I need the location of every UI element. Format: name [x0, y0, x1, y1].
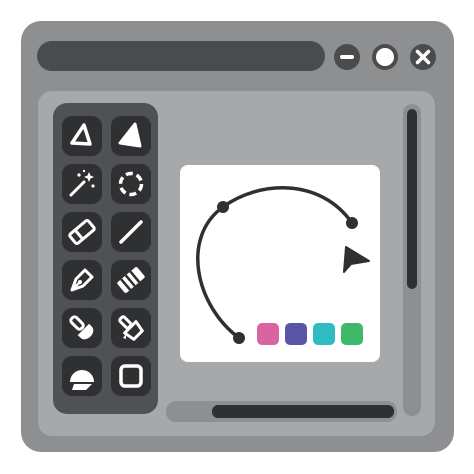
anchor-point[interactable] [346, 217, 358, 229]
maximize-button[interactable] [371, 43, 399, 71]
anchor-point[interactable] [217, 201, 229, 213]
pattern-eraser-icon [117, 267, 145, 293]
pointer-cursor-icon [343, 246, 370, 273]
circle-icon [372, 44, 398, 70]
pattern-eraser-tool[interactable] [111, 260, 151, 300]
minimize-button[interactable] [333, 43, 361, 71]
close-button[interactable] [409, 43, 437, 71]
anchor-point[interactable] [233, 332, 245, 344]
pen-nib-icon [70, 268, 94, 292]
title-bar[interactable] [37, 41, 325, 71]
magic-wand-icon [69, 169, 95, 197]
lasso-outline-tool[interactable] [62, 116, 102, 156]
smudge-brush-icon [69, 315, 94, 340]
swatch-green[interactable] [341, 323, 363, 345]
swatch-purple[interactable] [285, 323, 307, 345]
lasso-filled-icon [118, 122, 142, 148]
horizontal-scroll-thumb[interactable] [212, 405, 394, 418]
eraser-icon [68, 219, 96, 245]
rectangle-icon [119, 364, 143, 388]
swatch-teal[interactable] [313, 323, 335, 345]
eraser-tool[interactable] [62, 212, 102, 252]
shape-fill-icon [70, 370, 94, 390]
pen-tool[interactable] [62, 260, 102, 300]
fill-tool[interactable] [111, 308, 151, 348]
ellipse-select-icon [118, 171, 144, 197]
rectangle-tool[interactable] [111, 356, 151, 396]
smudge-tool[interactable] [62, 308, 102, 348]
swatch-pink[interactable] [257, 323, 279, 345]
minus-icon [334, 44, 360, 70]
x-icon [410, 44, 436, 70]
shape-fill-tool[interactable] [62, 356, 102, 396]
ellipse-select-tool[interactable] [111, 164, 151, 204]
line-icon [119, 220, 143, 244]
magic-wand-tool[interactable] [62, 164, 102, 204]
lasso-outline-icon [70, 123, 92, 146]
vertical-scroll-thumb[interactable] [407, 109, 417, 289]
line-tool[interactable] [111, 212, 151, 252]
lasso-filled-tool[interactable] [111, 116, 151, 156]
fill-bucket-icon [118, 315, 144, 341]
